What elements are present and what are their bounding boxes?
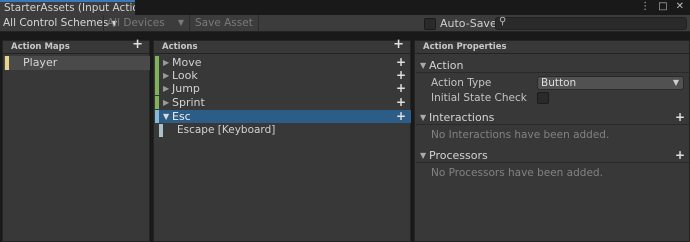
window-tab[interactable]: StarterAssets (Input Actio... xyxy=(0,0,135,15)
collapse-arrow-icon[interactable]: ▼ xyxy=(420,59,426,73)
action-color-swatch xyxy=(155,96,159,109)
auto-save-label: Auto-Save xyxy=(440,16,497,30)
collapse-arrow-icon[interactable]: ▼ xyxy=(163,110,169,123)
add-binding-icon[interactable]: + xyxy=(396,68,406,82)
auto-save-toggle[interactable]: Auto-Save xyxy=(424,15,497,32)
action-section-header[interactable]: ▼ Action xyxy=(416,59,690,73)
devices-label: All Devices xyxy=(107,17,165,29)
interactions-section-header[interactable]: ▼ Interactions + xyxy=(416,110,690,125)
collapse-arrow-icon[interactable]: ▼ xyxy=(420,149,426,163)
action-color-swatch xyxy=(155,56,159,69)
action-type-dropdown[interactable]: Button ▼ xyxy=(537,76,684,90)
window-controls: ⋮ □ ✕ xyxy=(640,1,684,13)
add-interaction-icon[interactable]: + xyxy=(675,110,685,125)
add-binding-icon[interactable]: + xyxy=(396,95,406,109)
maximize-icon[interactable]: □ xyxy=(658,1,667,13)
action-section-label: Action xyxy=(429,59,464,72)
action-maps-header: Action Maps + xyxy=(3,38,149,54)
kebab-icon[interactable]: ⋮ xyxy=(640,1,650,13)
expand-arrow-icon[interactable]: ▶ xyxy=(163,96,169,109)
action-color-swatch xyxy=(155,82,159,95)
action-label: Esc xyxy=(172,110,191,123)
action-properties-title: Action Properties xyxy=(423,42,507,52)
control-scheme-dropdown[interactable]: All Control Schemes ▼ xyxy=(3,15,117,32)
action-type-value: Button xyxy=(541,77,577,89)
action-color-swatch xyxy=(155,69,159,82)
action-map-color-swatch xyxy=(5,56,9,70)
devices-dropdown[interactable]: All Devices ▼ xyxy=(103,15,188,32)
action-maps-title: Action Maps xyxy=(11,42,70,52)
dropdown-arrow-icon: ▼ xyxy=(177,18,184,27)
action-item-look[interactable]: ▶ Look + xyxy=(155,68,411,82)
action-label: Move xyxy=(172,56,202,69)
binding-item-escape-keyboard[interactable]: Escape [Keyboard] xyxy=(155,124,411,137)
action-type-label: Action Type xyxy=(431,77,492,89)
add-action-icon[interactable]: + xyxy=(393,38,404,52)
action-properties-panel: Action Properties ▼ Action Action Type B… xyxy=(414,40,690,242)
save-asset-button[interactable]: Save Asset xyxy=(189,15,259,32)
initial-state-check-label: Initial State Check xyxy=(431,92,527,104)
dropdown-arrow-icon: ▼ xyxy=(672,78,679,87)
collapse-arrow-icon[interactable]: ▼ xyxy=(420,111,426,125)
action-label: Jump xyxy=(172,82,200,95)
add-binding-icon[interactable]: + xyxy=(396,55,406,69)
add-binding-icon[interactable]: + xyxy=(396,109,406,123)
action-item-esc[interactable]: ▼ Esc + xyxy=(155,109,411,123)
auto-save-checkbox[interactable] xyxy=(424,17,436,30)
add-action-map-icon[interactable]: + xyxy=(132,38,143,52)
action-item-jump[interactable]: ▶ Jump + xyxy=(155,81,411,95)
action-label: Sprint xyxy=(172,96,205,109)
search-icon: ⚲ xyxy=(499,16,507,27)
close-icon[interactable]: ✕ xyxy=(676,1,684,13)
action-color-swatch xyxy=(155,110,159,123)
actions-header: Actions + xyxy=(154,38,410,54)
binding-color-swatch xyxy=(159,124,163,137)
toolbar: All Control Schemes ▼ All Devices ▼ Save… xyxy=(0,15,690,32)
search-input[interactable] xyxy=(510,18,684,29)
window-tab-bar: StarterAssets (Input Actio... ⋮ □ ✕ xyxy=(0,0,690,15)
interactions-empty-message: No Interactions have been added. xyxy=(431,129,610,141)
action-map-item-player[interactable]: Player xyxy=(4,56,150,70)
action-item-sprint[interactable]: ▶ Sprint + xyxy=(155,95,411,109)
action-map-label: Player xyxy=(23,56,58,69)
action-label: Look xyxy=(172,69,198,82)
control-scheme-label: All Control Schemes xyxy=(3,17,109,29)
action-item-move[interactable]: ▶ Move + xyxy=(155,55,411,69)
action-maps-panel: Action Maps + Player xyxy=(2,38,150,242)
expand-arrow-icon[interactable]: ▶ xyxy=(163,56,169,69)
processors-section-header[interactable]: ▼ Processors + xyxy=(416,148,690,163)
expand-arrow-icon[interactable]: ▶ xyxy=(163,69,169,82)
initial-state-check-checkbox[interactable] xyxy=(537,92,549,104)
actions-panel: Actions + ▶ Move + ▶ Look + ▶ Jump + ▶ S… xyxy=(153,38,411,242)
action-properties-header: Action Properties xyxy=(415,41,689,54)
processors-section-label: Processors xyxy=(429,149,488,162)
interactions-section-label: Interactions xyxy=(429,111,495,124)
processors-empty-message: No Processors have been added. xyxy=(431,167,603,179)
expand-arrow-icon[interactable]: ▶ xyxy=(163,82,169,95)
binding-label: Escape [Keyboard] xyxy=(177,124,276,136)
add-processor-icon[interactable]: + xyxy=(675,148,685,163)
search-field[interactable]: ⚲ xyxy=(495,16,687,30)
add-binding-icon[interactable]: + xyxy=(396,81,406,95)
actions-title: Actions xyxy=(162,42,198,52)
